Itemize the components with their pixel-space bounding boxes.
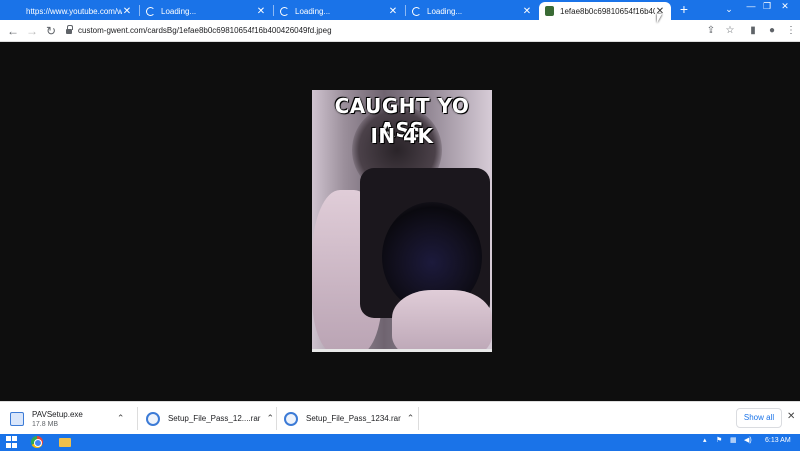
- chevron-up-icon[interactable]: ⌃: [266, 413, 274, 424]
- rar-file-icon: [146, 411, 160, 426]
- tab-loading-3[interactable]: Loading... ✕: [406, 2, 538, 20]
- menu-icon[interactable]: ⋮: [783, 23, 799, 39]
- tab-title: https://www.youtube.com/wa: [26, 6, 122, 16]
- download-name: Setup_File_Pass_1234.rar: [306, 414, 401, 423]
- tab-title: 1efae8b0c69810654f16b40042: [560, 6, 655, 16]
- image-viewer: CAUGHT YO ASS IN 4K: [0, 42, 800, 401]
- loading-spinner-icon: [412, 6, 421, 16]
- loading-spinner-icon: [146, 6, 155, 16]
- meme-image: CAUGHT YO ASS IN 4K: [312, 90, 492, 352]
- photo-hand-right: [392, 290, 492, 352]
- windows-taskbar: ▴ ⚑ ▦ ◀) 6:13 AM: [0, 434, 800, 451]
- close-tab-icon[interactable]: ✕: [256, 6, 266, 17]
- loading-spinner-icon: [280, 6, 289, 16]
- profile-icon[interactable]: ●: [764, 23, 780, 39]
- url-text[interactable]: custom-gwent.com/cardsBg/1efae8b0c698106…: [78, 26, 332, 35]
- back-button[interactable]: ←: [5, 23, 21, 39]
- volume-icon[interactable]: ◀): [744, 436, 752, 444]
- chevron-up-icon[interactable]: ⌃: [117, 413, 125, 424]
- start-button[interactable]: [6, 436, 18, 448]
- tab-title: Loading...: [295, 6, 331, 16]
- flag-icon[interactable]: ⚑: [716, 436, 722, 444]
- downloads-bar: PAVSetup.exe 17.8 MB ⌃ Setup_File_Pass_1…: [0, 401, 800, 434]
- download-separator: [276, 407, 277, 430]
- chrome-taskbar-icon[interactable]: [31, 436, 43, 448]
- download-size: 17.8 MB: [32, 420, 59, 428]
- new-tab-button[interactable]: +: [676, 1, 692, 17]
- mouse-cursor: [657, 14, 662, 23]
- network-icon[interactable]: ▦: [730, 436, 737, 444]
- reload-button[interactable]: ↻: [43, 23, 59, 39]
- tab-search-icon[interactable]: ⌄: [720, 3, 738, 17]
- star-icon[interactable]: ☆: [722, 23, 738, 39]
- download-name: PAVSetup.exe: [32, 409, 83, 419]
- tab-loading-2[interactable]: Loading... ✕: [274, 2, 404, 20]
- forward-button[interactable]: →: [24, 23, 40, 39]
- close-tab-icon[interactable]: ✕: [122, 6, 132, 17]
- show-all-button[interactable]: Show all: [736, 408, 782, 428]
- download-item-rar-1[interactable]: Setup_File_Pass_12....rar ⌃: [146, 402, 274, 435]
- tray-chevron-icon[interactable]: ▴: [703, 436, 707, 444]
- exe-file-icon: [10, 411, 24, 426]
- close-tab-icon[interactable]: ✕: [388, 6, 398, 17]
- tab-loading-1[interactable]: Loading... ✕: [140, 2, 272, 20]
- file-explorer-icon[interactable]: [59, 438, 71, 447]
- share-icon[interactable]: ⇪: [703, 23, 719, 39]
- browser-toolbar: ← → ↻ custom-gwent.com/cardsBg/1efae8b0c…: [0, 20, 800, 42]
- download-separator: [418, 407, 419, 430]
- restore-button[interactable]: ❐: [758, 0, 776, 14]
- lock-icon[interactable]: [66, 25, 73, 34]
- close-tab-icon[interactable]: ✕: [522, 6, 532, 17]
- download-name: Setup_File_Pass_12....rar: [167, 414, 261, 423]
- clock-time[interactable]: 6:13 AM: [765, 437, 791, 444]
- download-item-rar-2[interactable]: Setup_File_Pass_1234.rar ⌃: [284, 402, 416, 435]
- photo-bottom-edge: [312, 349, 492, 352]
- site-favicon-icon: [545, 6, 554, 16]
- tab-strip: https://www.youtube.com/wa ✕ Loading... …: [0, 0, 800, 20]
- tab-youtube[interactable]: https://www.youtube.com/wa ✕: [20, 2, 138, 20]
- close-downloads-icon[interactable]: ✕: [787, 411, 795, 422]
- meme-caption-line2: IN 4K: [370, 124, 434, 148]
- tab-title: Loading...: [161, 6, 197, 16]
- download-separator: [137, 407, 138, 430]
- download-item-pavsetup[interactable]: PAVSetup.exe 17.8 MB ⌃: [10, 402, 132, 435]
- tab-title: Loading...: [427, 6, 463, 16]
- address-bar[interactable]: custom-gwent.com/cardsBg/1efae8b0c698106…: [64, 22, 692, 39]
- rar-file-icon: [284, 411, 298, 426]
- sidepanel-icon[interactable]: ▮: [745, 23, 761, 39]
- chevron-up-icon[interactable]: ⌃: [407, 413, 415, 424]
- tab-active-image[interactable]: 1efae8b0c69810654f16b40042 ✕: [539, 2, 671, 20]
- close-window-button[interactable]: ✕: [776, 0, 794, 14]
